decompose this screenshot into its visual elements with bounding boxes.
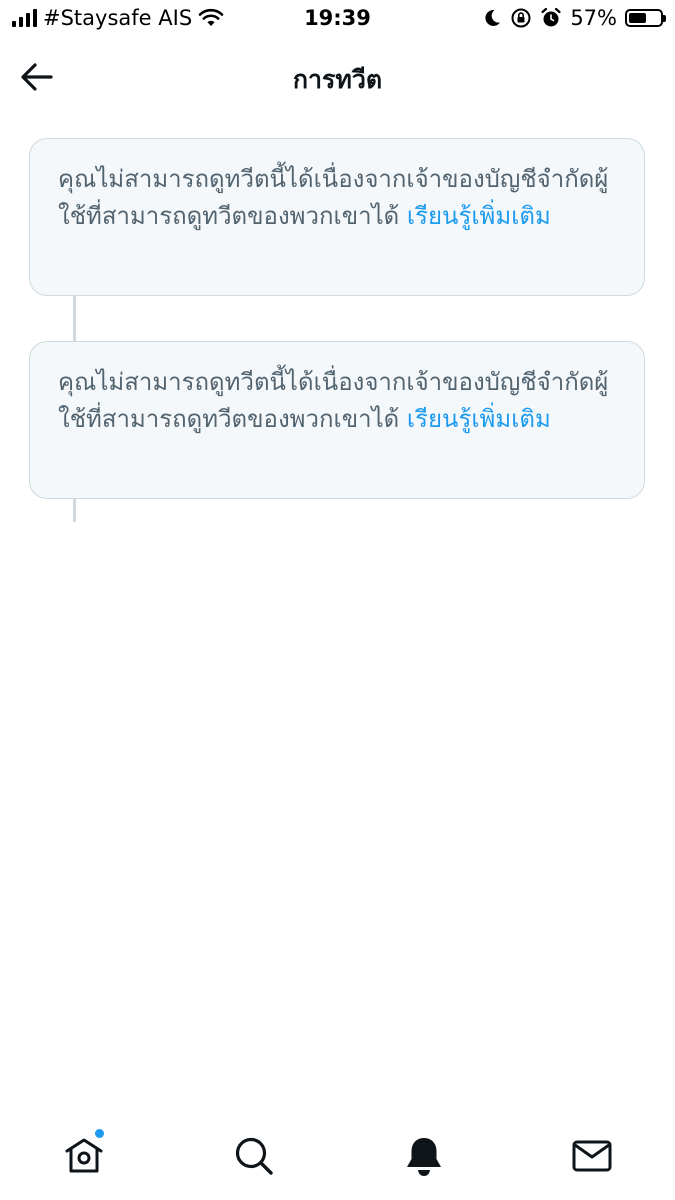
thread-connector-line [73, 499, 76, 522]
tweet-thread-screen: #Staysafe AIS 19:39 57% การทวีต คุณไม่สา… [0, 0, 675, 1200]
new-content-indicator [95, 1129, 104, 1138]
notifications-icon [407, 1138, 441, 1176]
unavailable-tweet-notice: คุณไม่สามารถดูทวีตนี้ได้เนื่องจากเจ้าของ… [29, 138, 645, 296]
rotation-lock-icon [511, 8, 531, 28]
header: การทวีต [0, 40, 675, 112]
nav-search[interactable] [232, 1134, 276, 1178]
search-icon [235, 1137, 273, 1175]
nav-messages[interactable] [570, 1134, 614, 1178]
battery-icon [625, 9, 666, 27]
status-bar: #Staysafe AIS 19:39 57% [0, 0, 675, 40]
unavailable-tweet-notice: คุณไม่สามารถดูทวีตนี้ได้เนื่องจากเจ้าของ… [29, 341, 645, 499]
nav-notifications[interactable] [402, 1134, 446, 1178]
learn-more-link[interactable]: เรียนรู้เพิ่มเติม [407, 202, 551, 230]
thread-connector-line [73, 296, 76, 341]
nav-home[interactable] [62, 1129, 106, 1178]
alarm-icon [541, 7, 561, 27]
moon-icon [485, 9, 501, 26]
home-icon [65, 1138, 103, 1173]
learn-more-link[interactable]: เรียนรู้เพิ่มเติม [407, 405, 551, 433]
battery-percentage: 57% [570, 6, 617, 30]
battery-level-fill [629, 13, 646, 23]
bottom-navigation [0, 1120, 675, 1200]
page-title: การทวีต [292, 65, 383, 94]
messages-icon [572, 1140, 612, 1172]
status-bar-right: 57% [482, 6, 666, 30]
